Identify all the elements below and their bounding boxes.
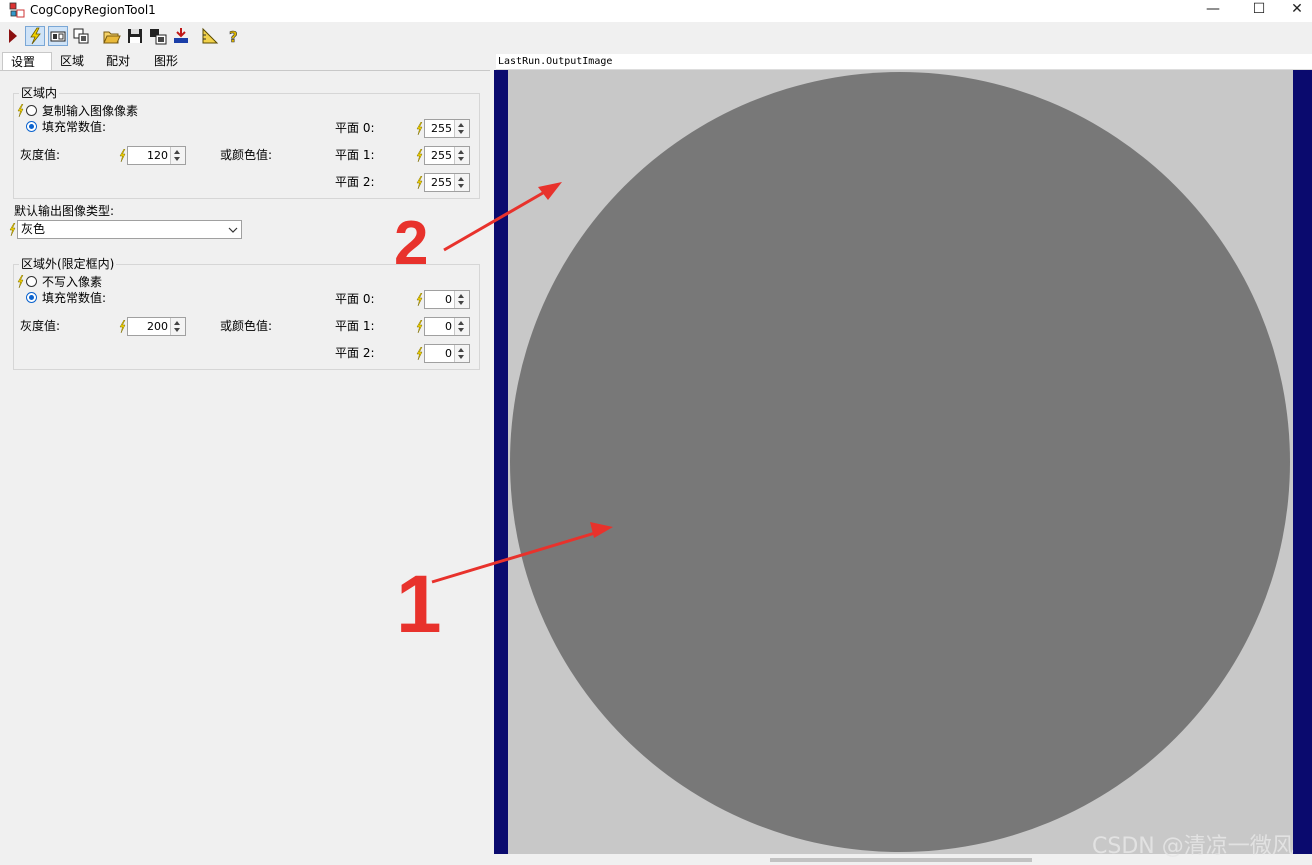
ruler-icon[interactable] bbox=[200, 26, 220, 46]
plane-2-value-outside: 0 bbox=[445, 347, 452, 360]
electric-icon bbox=[416, 175, 423, 190]
electric-icon bbox=[416, 346, 423, 361]
output-type-select[interactable]: 灰色 bbox=[17, 220, 242, 239]
plane-1-label: 平面 1: bbox=[335, 148, 375, 162]
plane-0-label: 平面 0: bbox=[335, 121, 375, 135]
image-border-right bbox=[1293, 70, 1312, 854]
run-icon[interactable] bbox=[4, 26, 24, 46]
help-icon[interactable]: ? bbox=[224, 26, 244, 46]
output-type-value: 灰色 bbox=[21, 222, 46, 236]
tab-pairing[interactable]: 配对 bbox=[98, 52, 146, 70]
gray-value: 120 bbox=[147, 149, 168, 162]
electric-icon bbox=[119, 148, 126, 163]
app-icon bbox=[9, 2, 25, 18]
tab-settings[interactable]: 设置 bbox=[2, 52, 52, 70]
color-value-label: 或颜色值: bbox=[220, 148, 273, 162]
region-display-icon[interactable] bbox=[48, 26, 68, 46]
fill-const-radio[interactable] bbox=[26, 121, 37, 132]
spinner-arrows[interactable] bbox=[170, 147, 185, 164]
circle-region bbox=[510, 72, 1290, 852]
open-icon[interactable] bbox=[102, 26, 122, 46]
close-button[interactable]: ✕ bbox=[1282, 0, 1312, 22]
spinner-arrows[interactable] bbox=[454, 174, 469, 191]
electric-icon bbox=[17, 103, 24, 118]
plane-0-label-outside: 平面 0: bbox=[335, 292, 375, 306]
electric-icon bbox=[9, 222, 16, 237]
toolbar: ? bbox=[0, 23, 1312, 49]
plane-0-spinner-outside[interactable]: 0 bbox=[424, 290, 470, 309]
spinner-arrows[interactable] bbox=[454, 120, 469, 137]
plane-1-label-outside: 平面 1: bbox=[335, 319, 375, 333]
electric-icon[interactable] bbox=[25, 26, 45, 46]
electric-icon bbox=[416, 148, 423, 163]
electric-icon bbox=[416, 121, 423, 136]
horizontal-scrollbar[interactable] bbox=[770, 858, 1032, 862]
maximize-button[interactable]: ☐ bbox=[1236, 0, 1282, 22]
gray-value-spinner[interactable]: 120 bbox=[127, 146, 186, 165]
copy-icon[interactable] bbox=[72, 26, 92, 46]
spinner-arrows[interactable] bbox=[454, 147, 469, 164]
spinner-arrows[interactable] bbox=[170, 318, 185, 335]
plane-1-value: 255 bbox=[431, 149, 452, 162]
plane-2-spinner-outside[interactable]: 0 bbox=[424, 344, 470, 363]
save-icon[interactable] bbox=[125, 26, 145, 46]
plane-0-value-outside: 0 bbox=[445, 293, 452, 306]
plane-0-spinner[interactable]: 255 bbox=[424, 119, 470, 138]
fill-const-radio-outside[interactable] bbox=[26, 292, 37, 303]
plane-1-spinner-outside[interactable]: 0 bbox=[424, 317, 470, 336]
spinner-arrows[interactable] bbox=[454, 291, 469, 308]
no-write-label: 不写入像素 bbox=[42, 275, 103, 289]
plane-1-spinner[interactable]: 255 bbox=[424, 146, 470, 165]
outside-region-legend: 区域外(限定框内) bbox=[19, 257, 117, 271]
reset-icon[interactable] bbox=[171, 26, 191, 46]
no-write-radio[interactable] bbox=[26, 276, 37, 287]
svg-text:?: ? bbox=[229, 28, 238, 46]
output-image-canvas[interactable] bbox=[494, 70, 1312, 854]
minimize-button[interactable]: — bbox=[1190, 0, 1236, 22]
spinner-arrows[interactable] bbox=[454, 345, 469, 362]
window-title: CogCopyRegionTool1 bbox=[30, 3, 156, 17]
plane-2-label-outside: 平面 2: bbox=[335, 346, 375, 360]
electric-icon bbox=[416, 319, 423, 334]
fill-const-label-outside: 填充常数值: bbox=[42, 291, 107, 305]
plane-1-value-outside: 0 bbox=[445, 320, 452, 333]
plane-2-value: 255 bbox=[431, 176, 452, 189]
title-bar bbox=[0, 0, 1312, 22]
tab-divider bbox=[0, 70, 490, 71]
plane-0-value: 255 bbox=[431, 122, 452, 135]
annotation-mark-1: 1 bbox=[396, 559, 442, 640]
tab-graphics[interactable]: 图形 bbox=[146, 52, 194, 70]
tab-region[interactable]: 区域 bbox=[52, 52, 98, 70]
spinner-arrows[interactable] bbox=[454, 318, 469, 335]
image-caption: LastRun.OutputImage bbox=[496, 54, 1312, 70]
output-type-label: 默认输出图像类型: bbox=[14, 204, 115, 218]
copy-input-radio[interactable] bbox=[26, 105, 37, 116]
watermark-text: CSDN @清凉一微风 bbox=[1092, 834, 1294, 859]
plane-2-label: 平面 2: bbox=[335, 175, 375, 189]
inside-region-legend: 区域内 bbox=[19, 86, 60, 100]
plane-2-spinner[interactable]: 255 bbox=[424, 173, 470, 192]
gray-value-outside: 200 bbox=[147, 320, 168, 333]
gray-value-label: 灰度值: bbox=[20, 148, 61, 162]
copy-input-label: 复制输入图像像素 bbox=[42, 104, 139, 118]
image-border-left bbox=[494, 70, 508, 854]
chevron-down-icon bbox=[228, 224, 238, 238]
electric-icon bbox=[17, 274, 24, 289]
electric-icon bbox=[119, 319, 126, 334]
electric-icon bbox=[416, 292, 423, 307]
gray-value-label-outside: 灰度值: bbox=[20, 319, 61, 333]
color-value-label-outside: 或颜色值: bbox=[220, 319, 273, 333]
image-source-icon[interactable] bbox=[148, 26, 168, 46]
fill-const-label: 填充常数值: bbox=[42, 120, 107, 134]
gray-value-spinner-outside[interactable]: 200 bbox=[127, 317, 186, 336]
